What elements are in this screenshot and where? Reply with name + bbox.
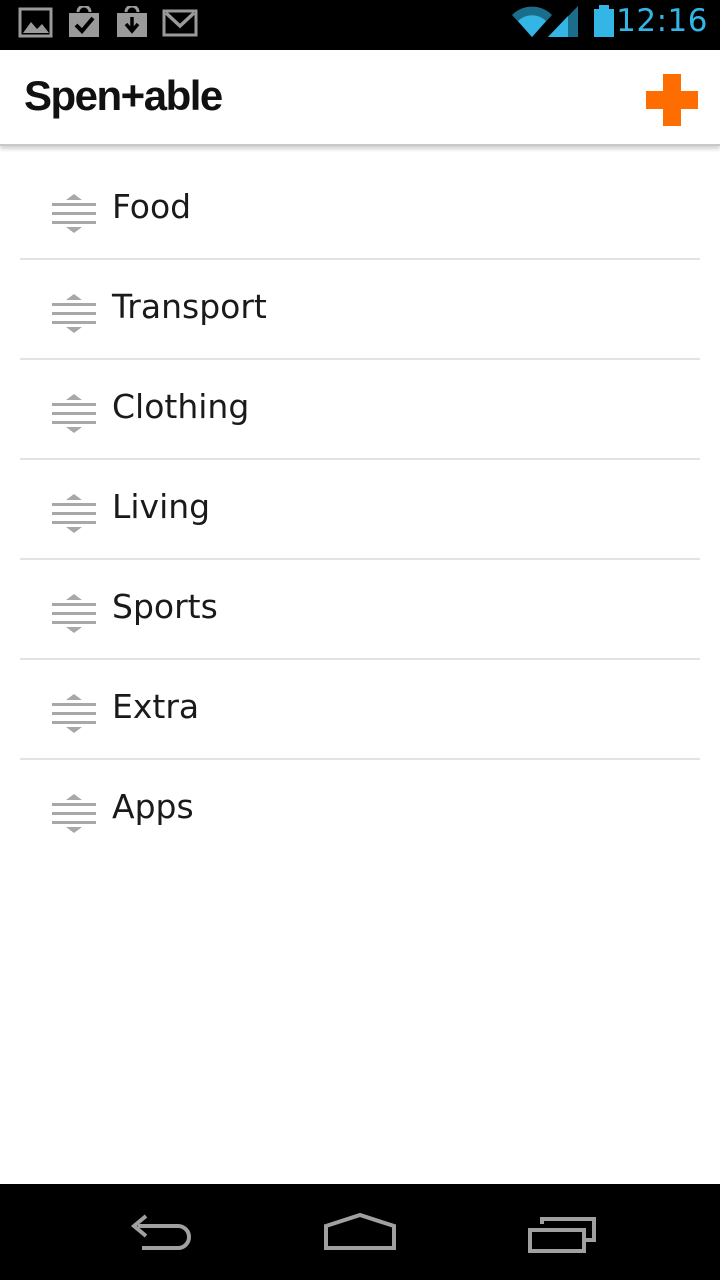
navigation-bar xyxy=(0,1184,720,1280)
drag-handle-icon[interactable] xyxy=(52,594,96,634)
gmail-icon xyxy=(162,9,198,37)
list-item[interactable]: Living xyxy=(20,460,700,560)
list-item[interactable]: Food xyxy=(20,160,700,260)
drag-handle-icon[interactable] xyxy=(52,494,96,534)
gallery-icon xyxy=(18,7,53,38)
action-bar: Spen+able xyxy=(0,50,720,146)
task-check-icon xyxy=(69,6,99,37)
category-label: Living xyxy=(112,487,211,526)
status-time: 12:16 xyxy=(616,3,708,39)
drag-handle-icon[interactable] xyxy=(52,194,96,234)
status-bar: 12:16 xyxy=(0,0,720,50)
back-button[interactable] xyxy=(124,1212,196,1252)
add-category-button[interactable] xyxy=(644,72,700,128)
recents-button[interactable] xyxy=(526,1216,598,1254)
battery-icon xyxy=(594,5,614,37)
back-icon xyxy=(130,1214,191,1250)
drag-handle-icon[interactable] xyxy=(52,294,96,334)
category-label: Transport xyxy=(112,287,267,326)
signal-icon xyxy=(548,6,578,37)
recents-icon xyxy=(528,1217,596,1253)
drag-handle-icon[interactable] xyxy=(52,694,96,734)
list-item[interactable]: Transport xyxy=(20,260,700,360)
list-item[interactable]: Extra xyxy=(20,660,700,760)
category-label: Food xyxy=(112,187,192,226)
category-label: Apps xyxy=(112,787,194,826)
drag-handle-icon[interactable] xyxy=(52,394,96,434)
plus-icon xyxy=(646,74,698,126)
screen: 12:16 Spen+able Food Transport Clothing … xyxy=(0,0,720,1280)
list-item[interactable]: Clothing xyxy=(20,360,700,460)
download-icon xyxy=(117,6,147,37)
list-item[interactable]: Apps xyxy=(20,760,700,860)
home-icon xyxy=(324,1212,396,1250)
drag-handle-icon[interactable] xyxy=(52,794,96,834)
category-label: Clothing xyxy=(112,387,250,426)
app-title: Spen+able xyxy=(24,72,223,119)
category-list: Food Transport Clothing Living Sports Ex… xyxy=(20,160,700,860)
home-button[interactable] xyxy=(322,1212,398,1252)
list-item[interactable]: Sports xyxy=(20,560,700,660)
category-label: Extra xyxy=(112,687,200,726)
category-label: Sports xyxy=(112,587,218,626)
